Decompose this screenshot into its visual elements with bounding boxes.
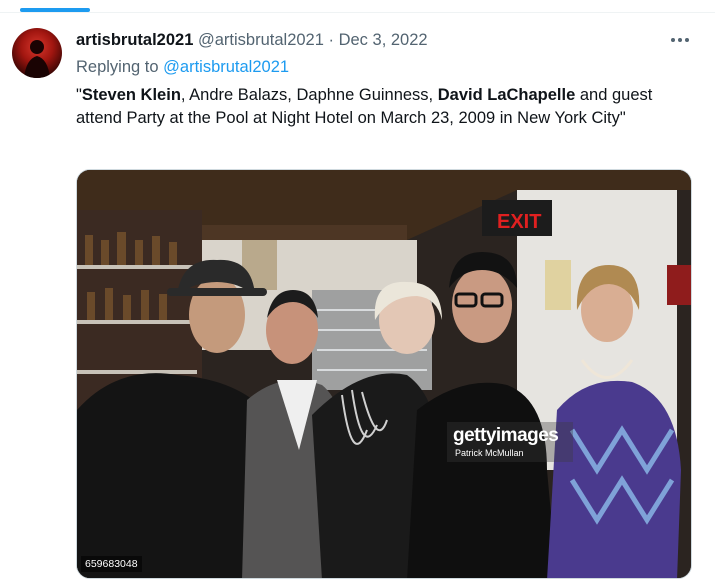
tweet-header: artisbrutal2021 @artisbrutal2021 · Dec 3… (76, 30, 428, 50)
replying-to-link[interactable]: @artisbrutal2021 (163, 58, 289, 76)
user-handle[interactable]: @artisbrutal2021 (198, 31, 324, 49)
avatar-image (24, 40, 50, 78)
tweet-text-middle: , Andre Balazs, Daphne Guinness, (180, 86, 438, 104)
exit-sign-text: EXIT (497, 211, 541, 233)
display-name[interactable]: artisbrutal2021 (76, 31, 193, 49)
tweet-text-name-2: David LaChapelle (437, 86, 576, 104)
header-separator: · (328, 31, 335, 49)
party-photo: EXIT (77, 170, 691, 578)
top-divider (0, 12, 715, 13)
tweet-photo[interactable]: EXIT gettyimages Patrick McMullan 659683… (76, 169, 692, 579)
photo-credit: Patrick McMullan (455, 448, 524, 458)
replying-prefix: Replying to (76, 58, 159, 76)
image-number: 659683048 (81, 556, 142, 572)
tweet-text: "Steven Klein, Andre Balazs, Daphne Guin… (76, 84, 676, 130)
getty-watermark: gettyimages Patrick McMullan (447, 422, 573, 462)
tweet-text-name-1: Steven Klein (81, 86, 181, 104)
getty-brand: gettyimages (453, 425, 559, 446)
avatar[interactable] (12, 28, 62, 78)
replying-to-line: Replying to @artisbrutal2021 (76, 57, 289, 77)
more-options-icon[interactable] (666, 30, 694, 50)
tweet-date[interactable]: Dec 3, 2022 (339, 31, 428, 49)
